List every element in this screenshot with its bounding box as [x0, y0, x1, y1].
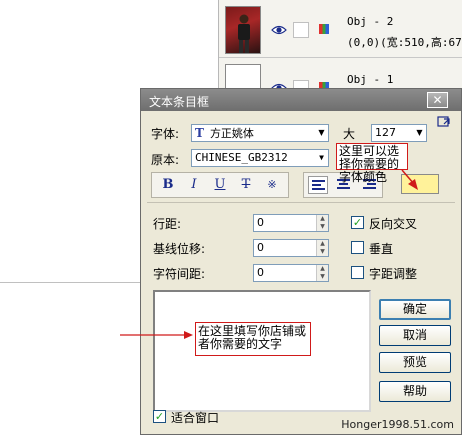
divider: [0, 282, 140, 283]
expand-panel-icon[interactable]: [437, 116, 451, 128]
watermark-text: Honger1998.51.com: [341, 418, 454, 431]
line-spacing-value: 0: [257, 216, 264, 229]
special-effect-button[interactable]: ※: [262, 175, 282, 195]
text-color-swatch[interactable]: [401, 174, 439, 194]
fit-window-checkbox[interactable]: ✓: [153, 410, 166, 423]
color-hint-callout: 这里可以选择你需要的字体颜色: [336, 143, 408, 184]
truetype-font-icon: T: [195, 126, 204, 140]
ok-button[interactable]: 确定: [379, 299, 451, 320]
size-label: 大: [343, 127, 356, 141]
char-spacing-input[interactable]: 0 ▲ ▼: [253, 264, 329, 282]
spinner-arrows-icon[interactable]: ▲ ▼: [316, 240, 328, 256]
font-label: 字体:: [151, 127, 180, 141]
char-spacing-value: 0: [257, 266, 264, 279]
underline-button[interactable]: U: [210, 175, 230, 195]
text-entry-dialog: 文本条目框 ✕ 字体: T 方正姚体 ▼ 大 127 ▼ 原本: CHINESE_…: [140, 88, 462, 435]
vertical-label: 垂直: [369, 242, 394, 256]
reverse-label: 反向交叉: [369, 217, 418, 231]
help-button[interactable]: 帮助: [379, 381, 451, 402]
vertical-checkbox[interactable]: [351, 241, 364, 254]
encoding-label: 原本:: [151, 153, 180, 167]
chevron-down-icon[interactable]: ▼: [315, 150, 328, 166]
kerning-label: 字距调整: [369, 267, 418, 281]
align-left-icon[interactable]: [308, 176, 328, 194]
layer-thumbnail-photo: [225, 6, 261, 54]
reverse-checkbox[interactable]: ✓: [351, 216, 364, 229]
font-select-value: 方正姚体: [209, 127, 254, 140]
encoding-select[interactable]: CHINESE_GB2312 ▼: [191, 149, 329, 167]
spinner-arrows-icon[interactable]: ▲ ▼: [316, 215, 328, 231]
italic-button[interactable]: I: [184, 175, 204, 195]
text-hint-callout: 在这里填写你店铺或者你需要的文字: [195, 322, 311, 356]
visibility-eye-icon[interactable]: [271, 24, 287, 36]
fit-window-label: 适合窗口: [171, 411, 220, 425]
dialog-title: 文本条目框: [149, 95, 210, 109]
layer-row-obj-2[interactable]: Obj - 2 (0,0)(宽:510,高:677: [219, 0, 462, 58]
divider: [147, 202, 455, 203]
person-photo-icon: [238, 14, 250, 53]
size-select-value: 127: [375, 126, 396, 139]
baseline-shift-label: 基线位移:: [153, 242, 206, 256]
layer-lock-toggle[interactable]: [293, 22, 309, 38]
size-select[interactable]: 127 ▼: [371, 124, 427, 142]
cancel-button[interactable]: 取消: [379, 325, 451, 346]
line-spacing-label: 行距:: [153, 217, 182, 231]
close-button[interactable]: ✕: [427, 92, 448, 108]
line-spacing-input[interactable]: 0 ▲ ▼: [253, 214, 329, 232]
font-select[interactable]: T 方正姚体 ▼: [191, 124, 329, 142]
kerning-checkbox[interactable]: [351, 266, 364, 279]
bold-button[interactable]: B: [158, 175, 178, 195]
char-spacing-label: 字符间距:: [153, 267, 206, 281]
strikethrough-button[interactable]: T: [236, 175, 256, 195]
baseline-shift-value: 0: [257, 241, 264, 254]
preview-button[interactable]: 预览: [379, 352, 451, 373]
style-toolbar: B I U T ※: [151, 172, 289, 198]
chevron-down-icon[interactable]: ▼: [315, 125, 328, 141]
chevron-down-icon[interactable]: ▼: [413, 125, 426, 141]
spinner-arrows-icon[interactable]: ▲ ▼: [316, 265, 328, 281]
dialog-titlebar[interactable]: 文本条目框 ✕: [141, 89, 461, 111]
layer-info: (0,0)(宽:510,高:677: [347, 36, 462, 49]
encoding-select-value: CHINESE_GB2312: [195, 151, 288, 164]
rgb-mode-icon: [319, 24, 329, 34]
baseline-shift-input[interactable]: 0 ▲ ▼: [253, 239, 329, 257]
layer-name: Obj - 1: [347, 73, 394, 86]
layer-name: Obj - 2: [347, 15, 394, 28]
